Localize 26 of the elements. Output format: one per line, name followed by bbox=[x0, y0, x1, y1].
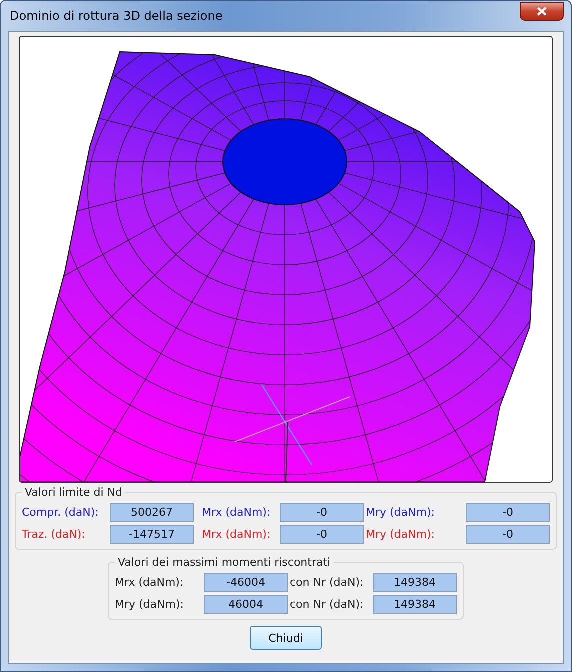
mry-label: Mry (daNm): bbox=[366, 528, 436, 540]
value-field: 500267 bbox=[110, 502, 194, 522]
row-label: Mrx (daNm): bbox=[115, 576, 185, 588]
close-dialog-button[interactable]: Chiudi bbox=[250, 626, 322, 650]
row-label: Mry (daNm): bbox=[115, 598, 185, 610]
value-field: -0 bbox=[466, 524, 550, 544]
value-field: -0 bbox=[466, 502, 550, 522]
value-field: -46004 bbox=[204, 572, 288, 592]
group-title: Valori limite di Nd bbox=[24, 486, 124, 499]
close-icon bbox=[537, 6, 547, 16]
value-field: -147517 bbox=[110, 524, 194, 544]
group-title: Valori dei massimi momenti riscontrati bbox=[117, 556, 332, 569]
mrx-label: Mrx (daNm): bbox=[202, 506, 272, 518]
value-field: -0 bbox=[280, 502, 364, 522]
close-button[interactable] bbox=[520, 2, 564, 20]
mrx-label: Mrx (daNm): bbox=[202, 528, 272, 540]
value-field: 149384 bbox=[373, 572, 457, 592]
value-field: 149384 bbox=[373, 594, 457, 614]
n-label: con Nr (daN): bbox=[290, 576, 365, 588]
value-field: 46004 bbox=[204, 594, 288, 614]
n-label: con Nr (daN): bbox=[290, 598, 365, 610]
value-field: -0 bbox=[280, 524, 364, 544]
mry-label: Mry (daNm): bbox=[366, 506, 436, 518]
window-title: Dominio di rottura 3D della sezione bbox=[9, 9, 223, 23]
row-label: Compr. (daN): bbox=[22, 506, 100, 518]
row-label: Traz. (daN): bbox=[22, 528, 86, 540]
